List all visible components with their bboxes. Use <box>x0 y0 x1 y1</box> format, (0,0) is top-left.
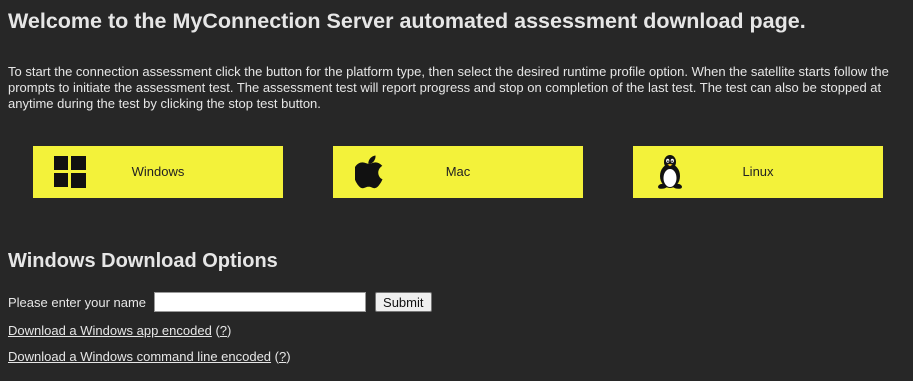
windows-button-label: Windows <box>131 164 185 179</box>
name-form: Please enter your name Submit <box>8 292 432 312</box>
page-title: Welcome to the MyConnection Server autom… <box>8 9 806 33</box>
download-options-heading: Windows Download Options <box>8 250 278 272</box>
windows-platform-button[interactable]: Windows <box>33 146 283 198</box>
mac-platform-button[interactable]: Mac <box>333 146 583 198</box>
help-paren-close: ) <box>227 323 232 338</box>
download-windows-cmd-link[interactable]: Download a Windows command line encoded <box>8 349 271 364</box>
name-input[interactable] <box>154 292 367 312</box>
help-paren-close: ) <box>286 349 291 364</box>
download-app-row: Download a Windows app encoded (?) <box>8 323 231 338</box>
intro-text: To start the connection assessment click… <box>8 64 889 111</box>
mac-button-label: Mac <box>445 164 471 179</box>
download-cmd-row: Download a Windows command line encoded … <box>8 349 291 364</box>
download-app-help-link[interactable]: ? <box>220 323 227 338</box>
name-label: Please enter your name <box>8 294 147 310</box>
linux-button-label: Linux <box>742 164 774 179</box>
linux-platform-button[interactable]: Linux <box>633 146 883 198</box>
submit-button[interactable]: Submit <box>375 292 432 312</box>
download-windows-app-link[interactable]: Download a Windows app encoded <box>8 323 212 338</box>
